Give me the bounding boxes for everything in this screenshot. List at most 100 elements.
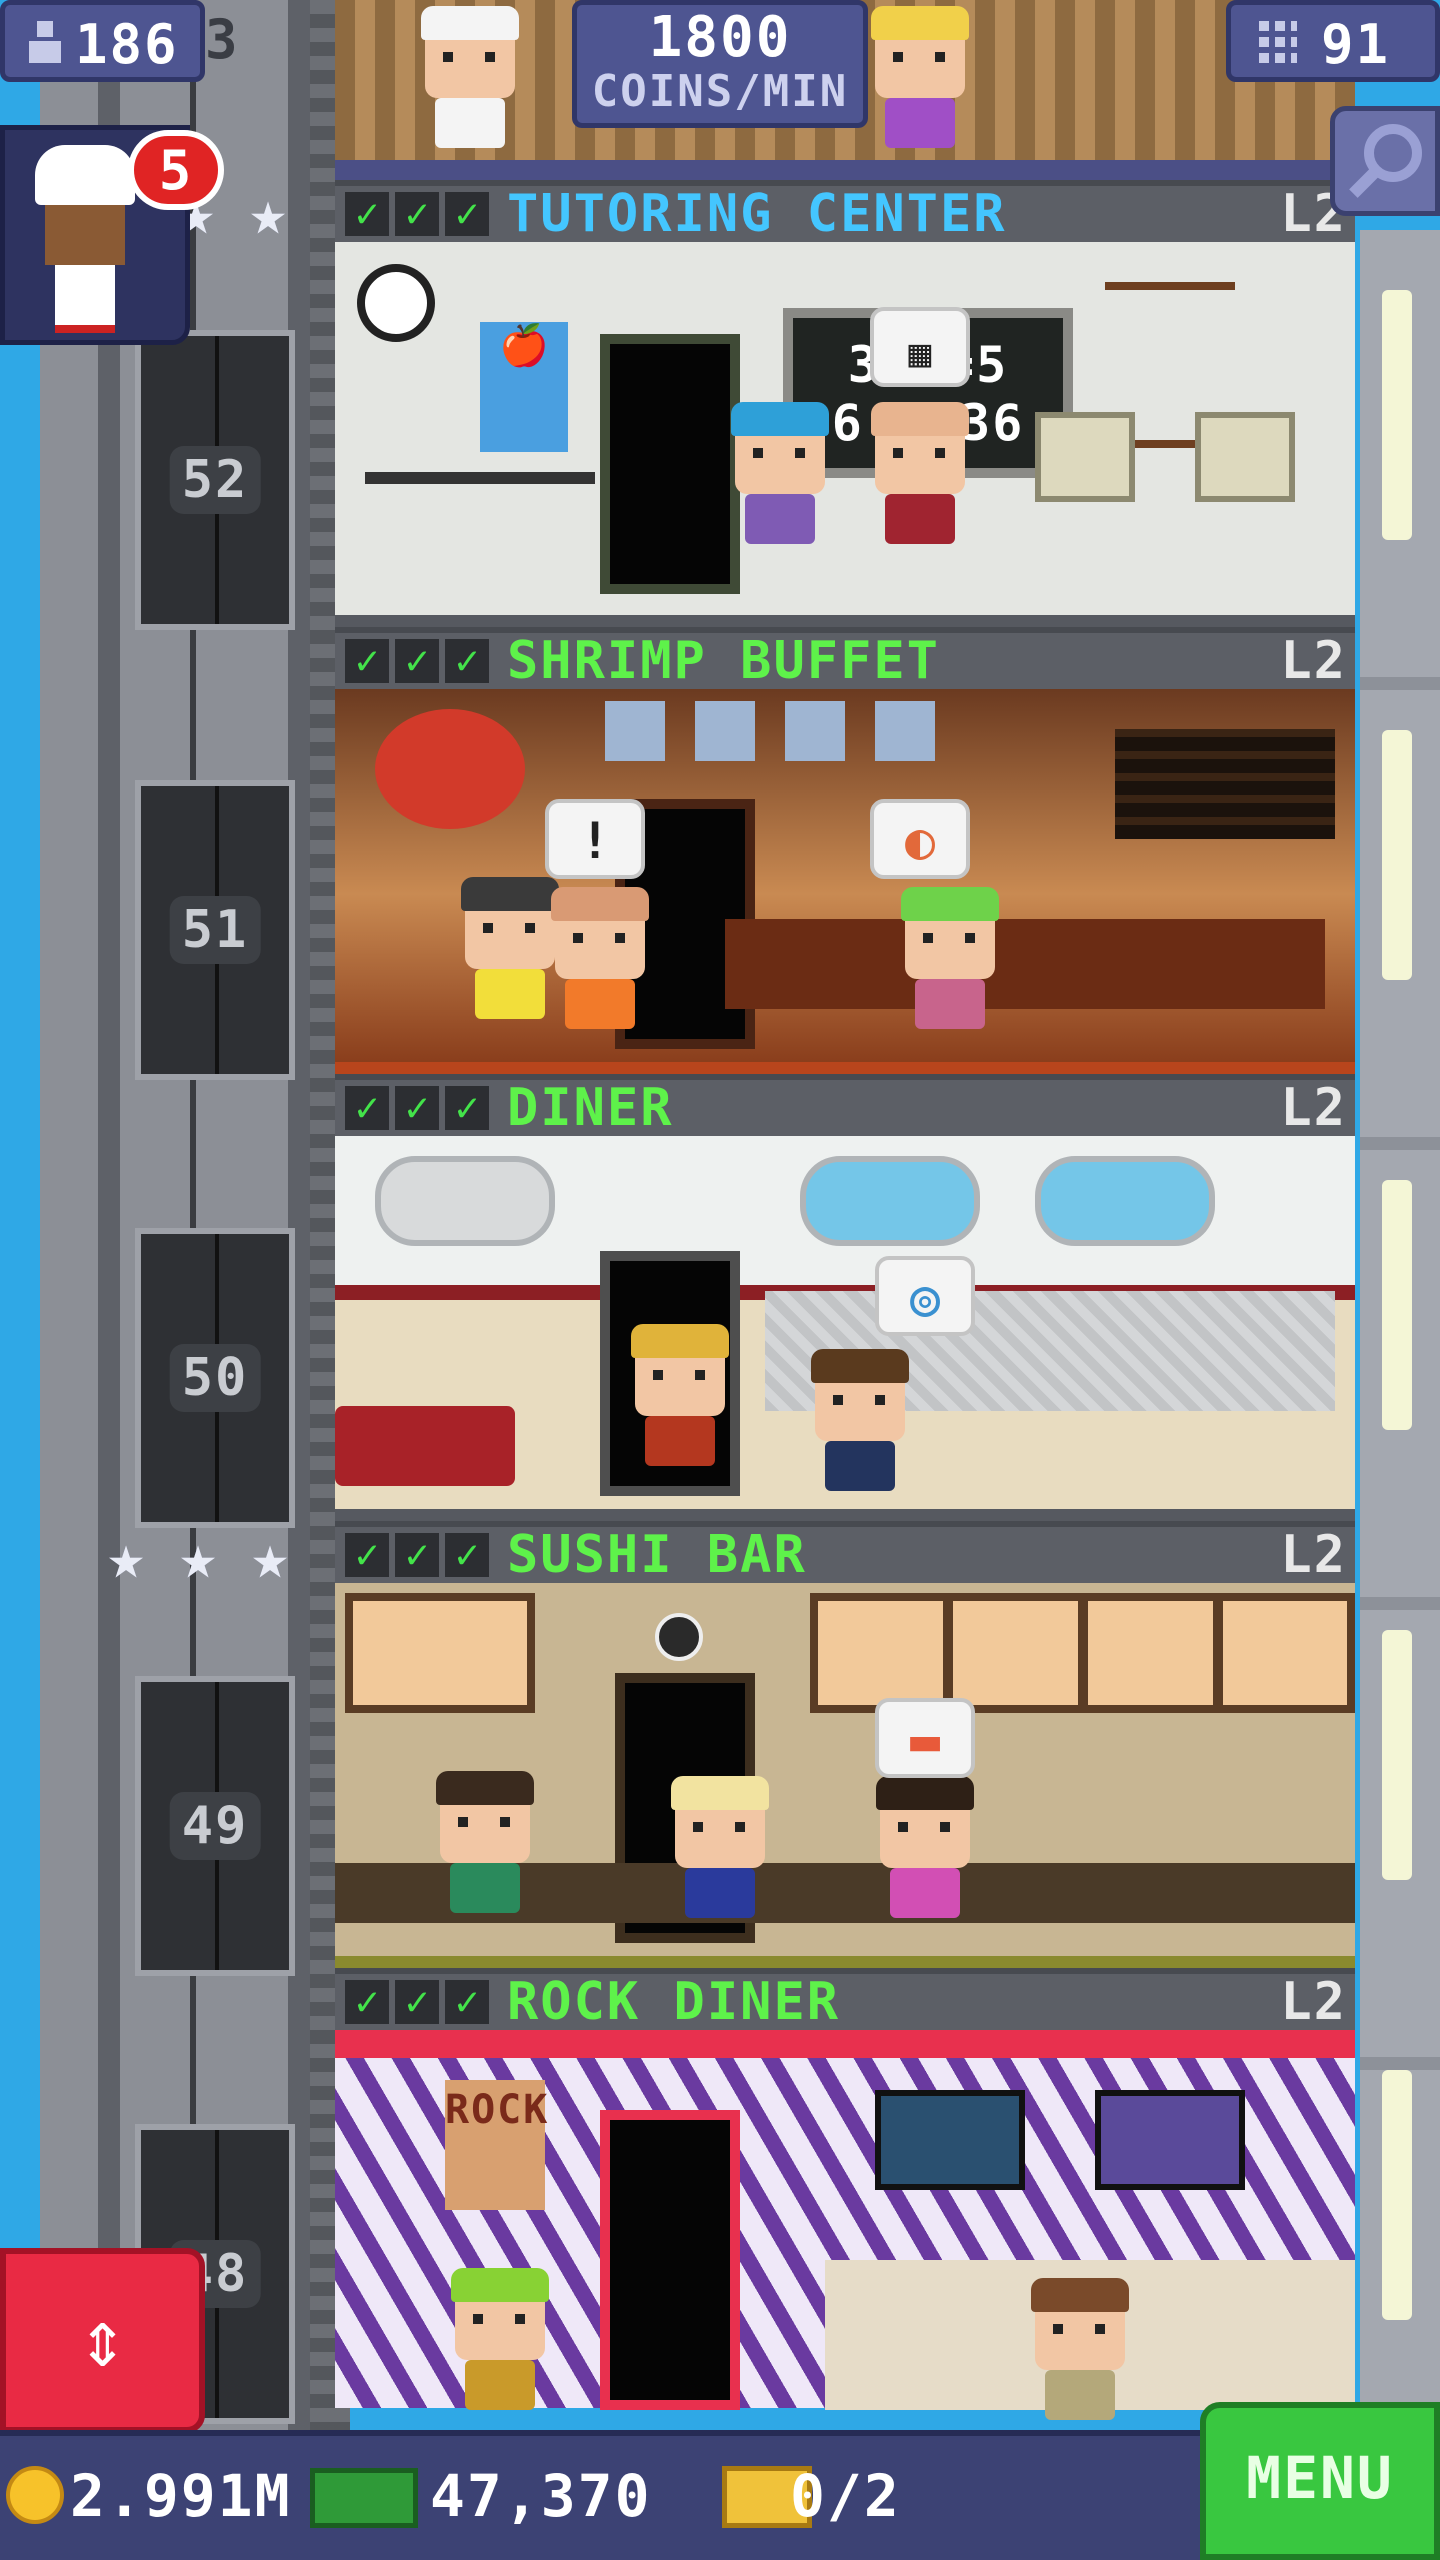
character-hair <box>671 1776 769 1810</box>
character-body <box>565 979 635 1029</box>
computer-icon <box>1035 412 1135 502</box>
up-down-arrows-icon: ⇕ <box>78 2292 127 2385</box>
stock-checks: ✓ ✓ ✓ <box>345 192 489 236</box>
bitizen-character[interactable] <box>461 877 559 1019</box>
elevator-door-49[interactable]: 49 <box>135 1676 295 1976</box>
character-body <box>645 1416 715 1466</box>
population-counter[interactable]: 186 <box>0 0 205 82</box>
character-hair <box>871 6 969 40</box>
chef-character[interactable] <box>421 6 519 148</box>
bux-icon[interactable] <box>310 2468 418 2528</box>
character-head <box>876 1776 974 1868</box>
character-body <box>450 1863 520 1913</box>
character-head <box>731 402 829 494</box>
stock-checks: ✓ ✓ ✓ <box>345 1086 489 1130</box>
bitizen-character[interactable] <box>901 887 999 1029</box>
bitizen-character[interactable] <box>876 1776 974 1918</box>
buffet-counter <box>725 919 1325 1009</box>
floor-counter[interactable]: 91 <box>1226 0 1440 82</box>
floor-stars: ★ ★ ★ <box>95 1526 301 1588</box>
floor-rock-diner[interactable]: ✓ ✓ ✓ ROCK DINER L2 ROCK <box>335 1968 1355 2420</box>
bitizen-character[interactable] <box>436 1771 534 1913</box>
character-body <box>890 1868 960 1918</box>
star-icon: ★ <box>107 1520 145 1593</box>
tv-screen <box>875 2090 1025 2190</box>
character-head <box>421 6 519 98</box>
building-window <box>1382 1180 1412 1430</box>
floor-base <box>335 615 1355 627</box>
character-head <box>871 402 969 494</box>
tickets-value: 0/2 <box>790 2462 901 2530</box>
building-window <box>1382 290 1412 540</box>
room-interior: ◎ <box>335 1136 1355 1509</box>
bitizen-character[interactable] <box>871 402 969 544</box>
elevator-door-50[interactable]: 50 <box>135 1228 295 1528</box>
character-body <box>885 494 955 544</box>
coins-value: 2.991M <box>70 2462 292 2530</box>
character-hair <box>871 402 969 436</box>
character-body <box>1045 2370 1115 2420</box>
coin-icon <box>6 2466 64 2524</box>
stock-checks: ✓ ✓ ✓ <box>345 1980 489 2024</box>
check-icon: ✓ <box>445 1980 489 2024</box>
search-button[interactable] <box>1330 106 1440 216</box>
population-value: 186 <box>75 13 179 76</box>
floor-count-value: 91 <box>1321 13 1391 76</box>
character-body <box>465 2360 535 2410</box>
check-icon: ✓ <box>445 192 489 236</box>
character-hat <box>451 2268 549 2302</box>
bitizen-character[interactable] <box>871 6 969 148</box>
character-head <box>871 6 969 98</box>
bitizen-character[interactable] <box>731 402 829 544</box>
chef-hat <box>421 6 519 40</box>
magnifier-icon <box>1349 124 1422 198</box>
bitizen-character[interactable] <box>1031 2278 1129 2420</box>
floor-level: L2 <box>1280 1078 1347 1138</box>
shrimp-decoration <box>375 709 525 829</box>
character-hair <box>876 1776 974 1810</box>
room-interior: 🍎 3+2=5 6 36 ▦ <box>335 242 1355 615</box>
character-hair <box>551 887 649 921</box>
elevator-floor-number: 49 <box>169 1792 261 1860</box>
person-icon <box>29 21 61 63</box>
room-door <box>600 2110 740 2410</box>
floor-tutoring-center[interactable]: ✓ ✓ ✓ TUTORING CENTER L2 🍎 3+2=5 6 36 ▦ <box>335 180 1355 627</box>
speech-bubble[interactable]: ▦ <box>870 307 970 387</box>
elevator-control-button[interactable]: ⇕ <box>0 2248 205 2433</box>
clipped-label: 3 <box>205 8 240 71</box>
floor-header: ✓ ✓ ✓ TUTORING CENTER L2 <box>335 180 1355 244</box>
bitizen-character[interactable] <box>671 1776 769 1918</box>
character-hair <box>1031 2278 1129 2312</box>
floor-header: ✓ ✓ ✓ DINER L2 <box>335 1074 1355 1138</box>
floor-header: ✓ ✓ ✓ SHRIMP BUFFET L2 <box>335 627 1355 691</box>
character-head <box>461 877 559 969</box>
floor-shrimp-buffet[interactable]: ✓ ✓ ✓ SHRIMP BUFFET L2 ! ◐ <box>335 627 1355 1074</box>
floor-sushi-bar[interactable]: ✓ ✓ ✓ SUSHI BAR L2 ▬ <box>335 1521 1355 1968</box>
room-interior: ▬ <box>335 1583 1355 1956</box>
sushi-sign-icon <box>655 1613 703 1661</box>
floor-base <box>335 1062 1355 1074</box>
speech-bubble[interactable]: ◎ <box>875 1256 975 1336</box>
bitizen-character[interactable] <box>551 887 649 1029</box>
bitizen-character[interactable] <box>631 1324 729 1466</box>
room-interior: ! ◐ <box>335 689 1355 1062</box>
breakfast-icon: ◎ <box>909 1269 941 1327</box>
menu-button[interactable]: MENU <box>1200 2402 1440 2560</box>
bitizen-character[interactable] <box>811 1349 909 1491</box>
speech-bubble[interactable]: ▬ <box>875 1698 975 1778</box>
elevator-door-52[interactable]: 52 <box>135 330 295 630</box>
check-icon: ✓ <box>345 1533 389 1577</box>
floor-name: TUTORING CENTER <box>507 184 1007 244</box>
speech-bubble[interactable]: ◐ <box>870 799 970 879</box>
character-head <box>671 1776 769 1868</box>
star-icon: ★ <box>249 176 287 249</box>
check-icon: ✓ <box>395 192 439 236</box>
speech-bubble[interactable]: ! <box>545 799 645 879</box>
elevator-door-51[interactable]: 51 <box>135 780 295 1080</box>
room-interior: ROCK <box>335 2030 1355 2420</box>
character-body <box>825 1441 895 1491</box>
star-icon: ★ <box>251 1520 289 1593</box>
floor-diner[interactable]: ✓ ✓ ✓ DINER L2 ◎ <box>335 1074 1355 1521</box>
bitizen-character[interactable] <box>451 2268 549 2410</box>
coins-per-min-label: COINS/MIN <box>591 66 849 117</box>
